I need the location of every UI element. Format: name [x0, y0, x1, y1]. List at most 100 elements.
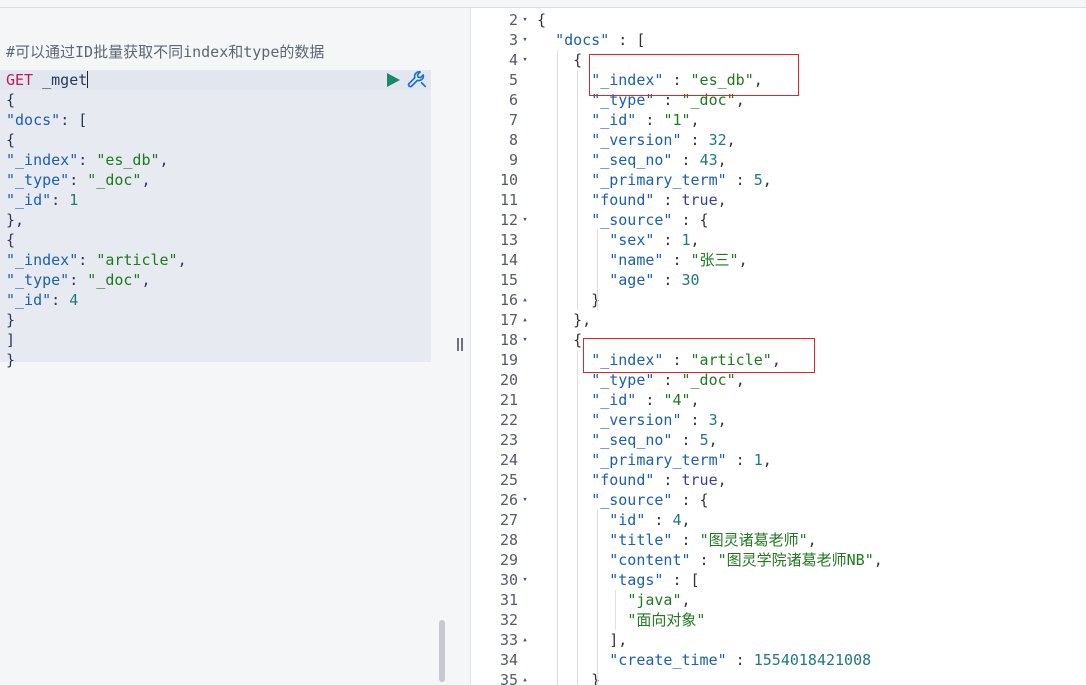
response-line: "_id" : "4", — [591, 391, 700, 409]
request-body-line[interactable]: { — [6, 130, 15, 150]
line-number: 13 — [499, 231, 518, 249]
line-number-gutter: 2 ▾ 3 ▾ 4 ▾ 5 6 7 8 9 10 11 12 ▾ 13 14 15 16 ▴ 17 ▴ 18 ▾ 19 20 21 2… — [471, 8, 532, 685]
request-block-highlight — [0, 90, 431, 362]
request-body-line[interactable]: "_index": "es_db", — [6, 150, 169, 170]
response-line: "_source" : { — [591, 211, 709, 229]
line-number: 31 — [499, 591, 518, 609]
request-body-line[interactable]: "_type": "_doc", — [6, 170, 151, 190]
response-line: "name" : "张三", — [609, 251, 748, 269]
fold-arrow-icon[interactable]: ▾ — [520, 490, 530, 510]
fold-arrow-icon[interactable]: ▾ — [520, 330, 530, 350]
unfold-arrow-icon[interactable]: ▴ — [520, 630, 530, 650]
response-line: "_version" : 32, — [591, 131, 736, 149]
response-line: "java", — [627, 591, 691, 609]
unfold-arrow-icon[interactable]: ▴ — [520, 290, 530, 310]
request-body-line[interactable]: { — [6, 230, 15, 250]
console-app: #可以通过ID批量获取不同index和type的数据 GET _mget {"d… — [0, 0, 1086, 685]
request-body-line[interactable]: } — [6, 310, 15, 330]
response-line: "_primary_term" : 1, — [591, 451, 772, 469]
line-number: 23 — [499, 431, 518, 449]
line-number: 10 — [499, 171, 518, 189]
line-number: 26 — [499, 491, 518, 509]
unfold-arrow-icon[interactable]: ▴ — [520, 310, 530, 330]
line-number: 15 — [499, 271, 518, 289]
request-body-line[interactable]: "_id": 4 — [6, 290, 78, 310]
request-body-line[interactable]: } — [6, 350, 15, 370]
fold-arrow-icon[interactable]: ▾ — [520, 10, 530, 30]
request-body-line[interactable]: "docs": [ — [6, 110, 87, 130]
response-line: "_id" : "1", — [591, 111, 700, 129]
response-line: "_source" : { — [591, 491, 709, 509]
line-number: 30 — [499, 571, 518, 589]
response-line: } — [537, 291, 601, 309]
response-line: "docs" : [ — [555, 31, 646, 49]
line-number: 14 — [499, 251, 518, 269]
indent-guide — [597, 510, 598, 685]
line-number: 28 — [499, 531, 518, 549]
fold-arrow-icon[interactable]: ▾ — [520, 210, 530, 230]
line-number: 6 — [508, 91, 518, 109]
response-line: { — [537, 51, 583, 69]
line-number: 5 — [508, 71, 518, 89]
line-number: 35 — [499, 671, 518, 685]
line-number: 3 — [508, 31, 518, 49]
request-body-line[interactable]: }, — [6, 210, 24, 230]
fold-arrow-icon[interactable]: ▾ — [520, 50, 530, 70]
line-number: 22 — [499, 411, 518, 429]
response-line: "id" : 4, — [609, 511, 691, 529]
fold-arrow-icon[interactable]: ▾ — [520, 570, 530, 590]
line-number: 4 — [508, 51, 518, 69]
line-number: 7 — [508, 111, 518, 129]
left-scrollbar[interactable] — [439, 620, 445, 682]
response-line: "_type" : "_doc", — [591, 371, 745, 389]
highlight-annotation-box — [589, 54, 799, 96]
play-icon[interactable] — [385, 72, 401, 88]
line-number: 25 — [499, 471, 518, 489]
response-line: }, — [537, 311, 592, 329]
response-viewer[interactable]: 2 ▾ 3 ▾ 4 ▾ 5 6 7 8 9 10 11 12 ▾ 13 14 15 16 ▴ 17 ▴ 18 ▾ 19 20 21 2… — [471, 8, 1086, 685]
indent-guide — [557, 50, 558, 685]
request-body-line[interactable]: "_index": "article", — [6, 250, 187, 270]
line-number: 9 — [508, 151, 518, 169]
indent-guide — [577, 350, 578, 685]
request-line[interactable]: GET _mget — [6, 70, 89, 90]
request-path[interactable]: _mget — [42, 71, 87, 89]
line-number: 32 — [499, 611, 518, 629]
request-body-line[interactable]: { — [6, 90, 15, 110]
line-number: 2 — [508, 11, 518, 29]
response-line: "found" : true, — [591, 471, 727, 489]
wrench-icon[interactable] — [406, 69, 428, 91]
unfold-arrow-icon[interactable]: ▴ — [520, 670, 530, 685]
line-number: 8 — [508, 131, 518, 149]
text-cursor — [87, 71, 89, 88]
response-line: "_seq_no" : 5, — [591, 431, 718, 449]
response-line: "sex" : 1, — [609, 231, 700, 249]
response-line: "_primary_term" : 5, — [591, 171, 772, 189]
response-line: } — [537, 671, 601, 685]
fold-arrow-icon[interactable]: ▾ — [520, 30, 530, 50]
line-number: 20 — [499, 371, 518, 389]
response-line: "面向对象" — [627, 611, 706, 629]
response-line: "content" : "图灵学院诸葛老师NB", — [609, 551, 883, 569]
resize-grip — [461, 338, 463, 351]
response-line: "tags" : [ — [609, 571, 700, 589]
indent-guide — [615, 590, 616, 630]
request-body-line[interactable]: ] — [6, 330, 15, 350]
line-number: 12 — [499, 211, 518, 229]
highlight-annotation-box — [583, 338, 815, 373]
line-number: 17 — [499, 311, 518, 329]
response-line: { — [537, 331, 583, 349]
response-line: "title" : "图灵诸葛老师", — [609, 531, 817, 549]
request-body-line[interactable]: "_type": "_doc", — [6, 270, 151, 290]
response-line: ], — [537, 631, 628, 649]
line-number: 24 — [499, 451, 518, 469]
request-method[interactable]: GET — [6, 71, 33, 89]
indent-guide — [597, 230, 598, 310]
response-line: "found" : true, — [591, 191, 727, 209]
request-body-line[interactable]: "_id": 1 — [6, 190, 78, 210]
response-line: "_version" : 3, — [591, 411, 727, 429]
line-number: 33 — [499, 631, 518, 649]
request-editor[interactable]: #可以通过ID批量获取不同index和type的数据 GET _mget {"d… — [0, 8, 452, 685]
request-comment[interactable]: #可以通过ID批量获取不同index和type的数据 — [6, 42, 324, 62]
response-line: { — [537, 11, 547, 29]
